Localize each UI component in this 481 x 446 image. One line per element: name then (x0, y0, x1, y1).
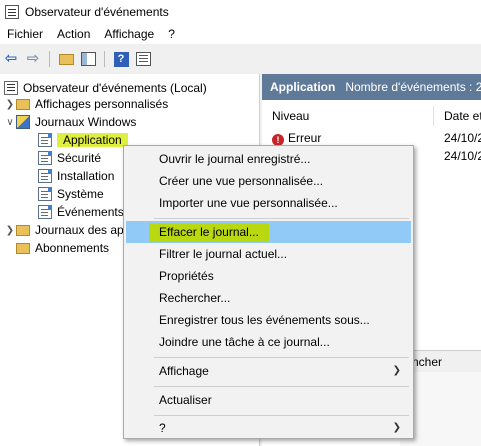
help-icon[interactable]: ? (112, 50, 130, 68)
tree-label: Application (57, 133, 128, 147)
column-header-date[interactable]: Date et (434, 106, 481, 126)
menu-item-view[interactable]: Affichage ❯ (126, 360, 411, 382)
log-icon (38, 187, 52, 201)
tree-item-windows-logs[interactable]: ∨ Journaux Windows (4, 113, 136, 131)
context-menu: Ouvrir le journal enregistré... Créer un… (123, 145, 414, 439)
tree-label: Journaux des ap (35, 223, 124, 237)
folder-up-icon[interactable] (57, 50, 75, 68)
log-icon (38, 151, 52, 165)
tree-item-subscriptions[interactable]: Abonnements (16, 239, 109, 257)
tree-label: Abonnements (35, 241, 110, 255)
tree-label: Sécurité (57, 151, 102, 165)
menu-item-refresh[interactable]: Actualiser (126, 389, 411, 411)
windows-logs-icon (16, 115, 30, 129)
column-header-level[interactable]: Niveau (262, 106, 434, 126)
menu-item-filter-log[interactable]: Filtrer le journal actuel... (126, 243, 411, 265)
tree-item-security[interactable]: Sécurité (38, 149, 101, 167)
menu-item-import-custom-view[interactable]: Importer une vue personnalisée... (126, 192, 411, 214)
menu-item-create-custom-view[interactable]: Créer une vue personnalisée... (126, 170, 411, 192)
toolbar-divider (104, 51, 105, 67)
back-arrow-icon[interactable]: ⇦ (2, 50, 20, 68)
menu-item-find[interactable]: Rechercher... (126, 287, 411, 309)
properties-icon[interactable] (134, 50, 152, 68)
events-header: Application Nombre d'événements : 2 (262, 74, 481, 100)
menu-affichage[interactable]: Affichage (97, 24, 161, 44)
menu-separator (154, 386, 409, 387)
tree-label: Journaux Windows (35, 115, 137, 129)
chevron-right-icon: ❯ (392, 365, 401, 376)
menu-item-attach-task[interactable]: Joindre une tâche à ce journal... (126, 331, 411, 353)
menu-fichier[interactable]: Fichier (0, 24, 50, 44)
menu-bar: Fichier Action Affichage ? (0, 24, 481, 44)
log-icon (38, 169, 52, 183)
log-icon (38, 133, 52, 147)
menu-item-label: Affichage (159, 364, 209, 378)
forward-arrow-icon[interactable]: ⇨ (24, 50, 42, 68)
tree-label: Observateur d'événements (Local) (23, 81, 207, 95)
menu-item-properties[interactable]: Propriétés (126, 265, 411, 287)
menu-item-clear-log[interactable]: Effacer le journal... (126, 221, 411, 243)
event-viewer-icon (5, 5, 19, 19)
toolbar-divider (49, 51, 50, 67)
tree-item-forwarded[interactable]: Événements (38, 203, 124, 221)
chevron-right-icon[interactable]: ❯ (4, 99, 16, 110)
menu-separator (154, 357, 409, 358)
folder-icon (16, 98, 30, 110)
toolbar: ⇦ ⇨ ? (0, 46, 481, 72)
log-icon (38, 205, 52, 219)
tree-item-apps-services[interactable]: ❯ Journaux des ap (4, 221, 124, 239)
chevron-right-icon[interactable]: ❯ (4, 225, 16, 236)
menu-separator (154, 415, 409, 416)
tree-item-custom-views[interactable]: ❯ Affichages personnalisés (4, 95, 168, 113)
tree-label: Installation (57, 169, 115, 183)
chevron-down-icon[interactable]: ∨ (4, 117, 16, 128)
tree-label: Événements (57, 205, 124, 219)
menu-separator (154, 218, 409, 219)
menu-item-label: ? (159, 421, 166, 435)
title-bar: Observateur d'événements (0, 0, 481, 24)
menu-help[interactable]: ? (161, 24, 182, 44)
menu-item-open-saved-log[interactable]: Ouvrir le journal enregistré... (126, 148, 411, 170)
tree-item-setup[interactable]: Installation (38, 167, 114, 185)
date-cell[interactable]: 24/10/2 (444, 147, 481, 165)
subscriptions-icon (16, 242, 30, 254)
menu-action[interactable]: Action (50, 24, 97, 44)
events-count: Nombre d'événements : 2 (345, 80, 481, 94)
events-header-title: Application (270, 80, 336, 94)
event-viewer-icon (4, 81, 18, 95)
date-cell[interactable]: 24/10/2 (444, 129, 481, 147)
show-hide-tree-icon[interactable] (79, 50, 97, 68)
tree-item-application[interactable]: Application (38, 131, 128, 149)
window-title: Observateur d'événements (25, 5, 169, 19)
folder-icon (16, 224, 30, 236)
tree-item-system[interactable]: Système (38, 185, 104, 203)
tree-label: Affichages personnalisés (35, 97, 169, 111)
menu-item-help[interactable]: ? ❯ (126, 417, 411, 439)
level-cell: Erreur (288, 131, 322, 145)
menu-item-label: Effacer le journal... (149, 223, 269, 242)
tree-label: Système (57, 187, 104, 201)
menu-item-save-all-events[interactable]: Enregistrer tous les événements sous... (126, 309, 411, 331)
chevron-right-icon: ❯ (392, 422, 401, 433)
